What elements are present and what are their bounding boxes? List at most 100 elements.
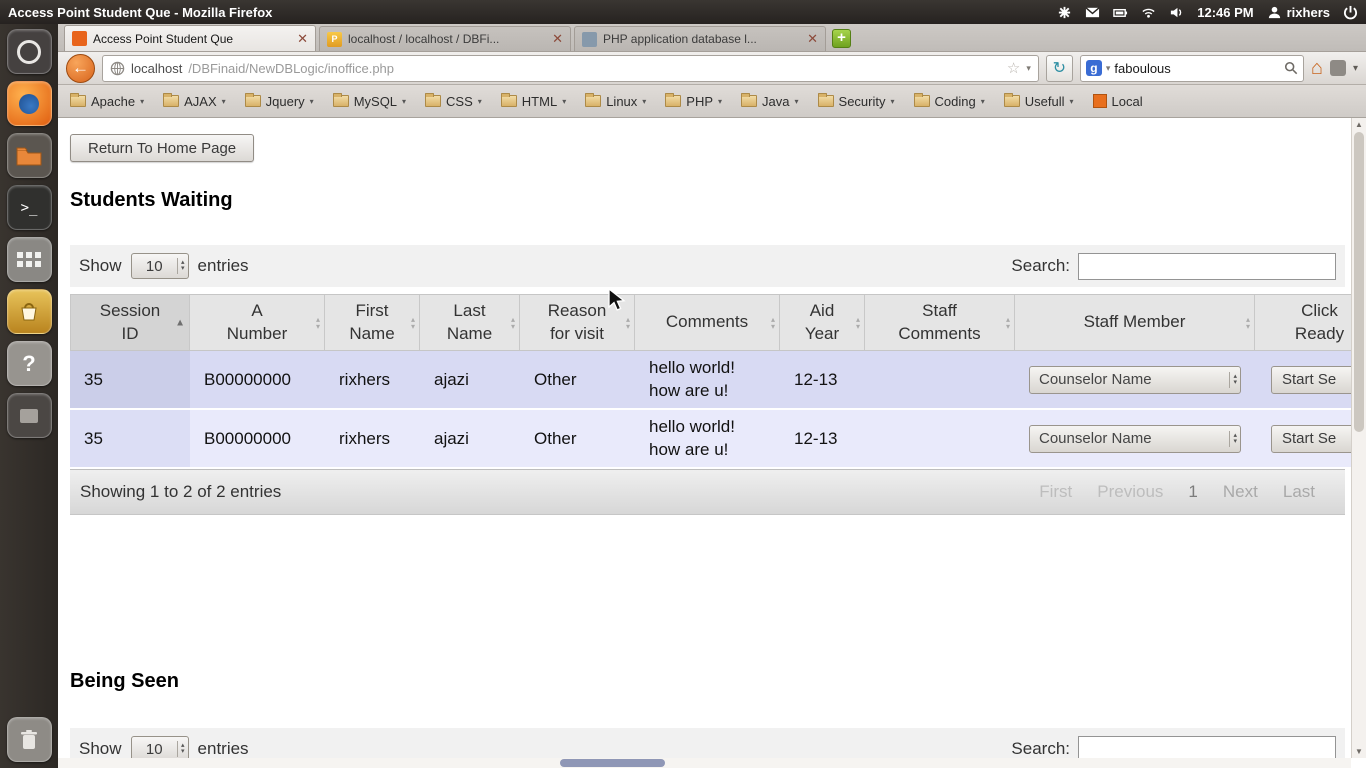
chevron-down-icon: ▾ xyxy=(402,96,407,106)
page-size-select[interactable]: 10 ▴ ▾ xyxy=(130,253,189,279)
chevron-down-icon: ▾ xyxy=(1069,96,1074,106)
bookmark-star-icon[interactable]: ☆ xyxy=(1007,59,1020,77)
tab-php-docs[interactable]: PHP application database l... ✕ xyxy=(574,26,826,51)
new-tab-button[interactable]: + xyxy=(832,29,851,48)
cell-a-number: B00000000 xyxy=(190,351,325,408)
trash-icon[interactable] xyxy=(6,717,52,762)
col-a-number[interactable]: A Number ▴ ▾ xyxy=(190,295,325,350)
google-engine-icon[interactable]: g xyxy=(1085,60,1102,76)
url-bar[interactable]: localhost/DBFinaid/NewDBLogic/inoffice.p… xyxy=(102,54,1039,82)
urlbar-dropdown-icon[interactable]: ▾ xyxy=(1026,63,1031,74)
tab2-close-icon[interactable]: ✕ xyxy=(552,31,563,47)
col-staff-member[interactable]: Staff Member ▴ ▾ xyxy=(1015,295,1255,350)
bookmark-php[interactable]: PHP ▾ xyxy=(665,93,722,109)
site-identity-globe-icon[interactable] xyxy=(110,61,125,76)
bookmark-label: Java xyxy=(762,93,790,109)
cell-aid-year: 12-13 xyxy=(780,410,865,467)
ubuntu-dash-icon[interactable] xyxy=(6,29,52,74)
back-button[interactable]: ← xyxy=(66,53,95,83)
mail-icon[interactable] xyxy=(1085,5,1100,20)
cell-staff-comments xyxy=(865,410,1015,467)
horizontal-scrollbar[interactable] xyxy=(58,758,1351,768)
search-magnifier-icon[interactable] xyxy=(1284,61,1298,75)
clock[interactable]: 12:46 PM xyxy=(1197,5,1253,20)
counselor-select[interactable]: Counselor Name ▴ ▾ xyxy=(1029,365,1241,394)
bookmark-coding[interactable]: Coding ▾ xyxy=(913,93,985,109)
software-center-icon[interactable] xyxy=(6,289,52,334)
bookmark-usefull[interactable]: Usefull ▾ xyxy=(1003,93,1074,109)
vertical-scrollbar[interactable]: ▲ ▼ xyxy=(1351,118,1366,758)
tab-access-point[interactable]: Access Point Student Que ✕ xyxy=(64,25,316,51)
toolbar-overflow-icon[interactable]: ▾ xyxy=(1353,63,1358,74)
search-bar[interactable]: g ▾ xyxy=(1079,54,1304,82)
home-button[interactable]: ⌂ xyxy=(1311,57,1323,80)
page-previous[interactable]: Previous xyxy=(1097,482,1163,502)
workspace-pane xyxy=(20,408,38,423)
col-session-id[interactable]: Session ID ▲ xyxy=(70,295,190,350)
tab-phpmyadmin[interactable]: P localhost / localhost / DBFi... ✕ xyxy=(319,26,571,51)
col-comments[interactable]: Comments ▴ ▾ xyxy=(635,295,780,350)
bookmark-label: Local xyxy=(1111,93,1143,109)
col-staff-comments[interactable]: Staff Comments ▴ ▾ xyxy=(865,295,1015,350)
tab-bar: Access Point Student Que ✕ P localhost /… xyxy=(58,24,1366,52)
terminal-icon[interactable]: >_ xyxy=(6,185,52,230)
volume-icon[interactable] xyxy=(1169,5,1184,20)
url-path: /DBFinaid/NewDBLogic/inoffice.php xyxy=(188,60,395,76)
col-last-name[interactable]: Last Name ▴ ▾ xyxy=(420,295,520,350)
return-home-button[interactable]: Return To Home Page xyxy=(70,134,255,162)
bookmark-html[interactable]: HTML ▾ xyxy=(500,93,566,109)
calculator-icon[interactable] xyxy=(6,237,52,282)
workspace-switcher-icon[interactable] xyxy=(6,393,52,438)
battery-icon[interactable] xyxy=(1113,5,1128,20)
bookmark-linux[interactable]: Linux ▾ xyxy=(585,93,646,109)
bookmark-java[interactable]: Java ▾ xyxy=(741,93,799,109)
table-search-input[interactable] xyxy=(1078,252,1336,280)
bookmark-jquery[interactable]: Jquery ▾ xyxy=(244,93,314,109)
folder-icon xyxy=(585,93,602,107)
bookmark-security[interactable]: Security ▾ xyxy=(817,93,895,109)
tab2-title: localhost / localhost / DBFi... xyxy=(348,32,500,46)
help-icon[interactable]: ? xyxy=(6,341,52,386)
firefox-icon[interactable] xyxy=(6,81,52,126)
engine-dropdown-icon[interactable]: ▾ xyxy=(1106,63,1111,74)
page-number[interactable]: 1 xyxy=(1188,482,1197,502)
session-menu[interactable]: rixhers xyxy=(1267,5,1330,20)
col-aid-year[interactable]: Aid Year ▴ ▾ xyxy=(780,295,865,350)
page-first[interactable]: First xyxy=(1039,482,1072,502)
cell-aid-year: 12-13 xyxy=(780,351,865,408)
bookmark-apache[interactable]: Apache ▾ xyxy=(70,93,144,109)
bookmark-local[interactable]: Local xyxy=(1092,93,1143,109)
scroll-up-icon[interactable]: ▲ xyxy=(1352,120,1366,129)
tab3-close-icon[interactable]: ✕ xyxy=(807,31,818,47)
files-icon[interactable] xyxy=(6,133,52,178)
folder-icon xyxy=(817,93,834,107)
cell-a-number: B00000000 xyxy=(190,410,325,467)
bookmark-ajax[interactable]: AJAX ▾ xyxy=(163,93,226,109)
reload-button[interactable]: ↻ xyxy=(1045,54,1073,82)
folder-icon xyxy=(244,93,261,107)
page-next[interactable]: Next xyxy=(1223,482,1258,502)
power-icon[interactable] xyxy=(1343,5,1358,20)
system-tray: 12:46 PM rixhers xyxy=(1057,5,1358,20)
network-icon[interactable] xyxy=(1141,5,1156,20)
addon-icon[interactable] xyxy=(1329,60,1346,76)
vertical-scroll-thumb[interactable] xyxy=(1354,132,1364,432)
cell-comments: hello world! how are u! xyxy=(635,351,780,408)
horizontal-scroll-thumb[interactable] xyxy=(560,759,665,767)
counselor-select[interactable]: Counselor Name ▴ ▾ xyxy=(1029,424,1241,453)
bookmark-css[interactable]: CSS ▾ xyxy=(425,93,482,109)
being-seen-heading: Being Seen xyxy=(70,670,179,692)
input-method-icon[interactable] xyxy=(1057,5,1072,20)
select-stepper-icon: ▴ ▾ xyxy=(1229,430,1240,447)
web-search-input[interactable] xyxy=(1114,60,1280,76)
col-click-ready[interactable]: Click Ready xyxy=(1255,295,1366,350)
sort-both-icon: ▴ ▾ xyxy=(510,314,515,331)
chevron-down-icon: ▾ xyxy=(477,96,482,106)
tab1-close-icon[interactable]: ✕ xyxy=(297,31,308,47)
bookmark-mysql[interactable]: MySQL ▾ xyxy=(332,93,407,109)
cell-last-name: ajazi xyxy=(420,351,520,408)
scroll-down-icon[interactable]: ▼ xyxy=(1352,747,1366,756)
col-first-name[interactable]: First Name ▴ ▾ xyxy=(325,295,420,350)
page-last[interactable]: Last xyxy=(1283,482,1315,502)
col-reason[interactable]: Reason for visit ▴ ▾ xyxy=(520,295,635,350)
